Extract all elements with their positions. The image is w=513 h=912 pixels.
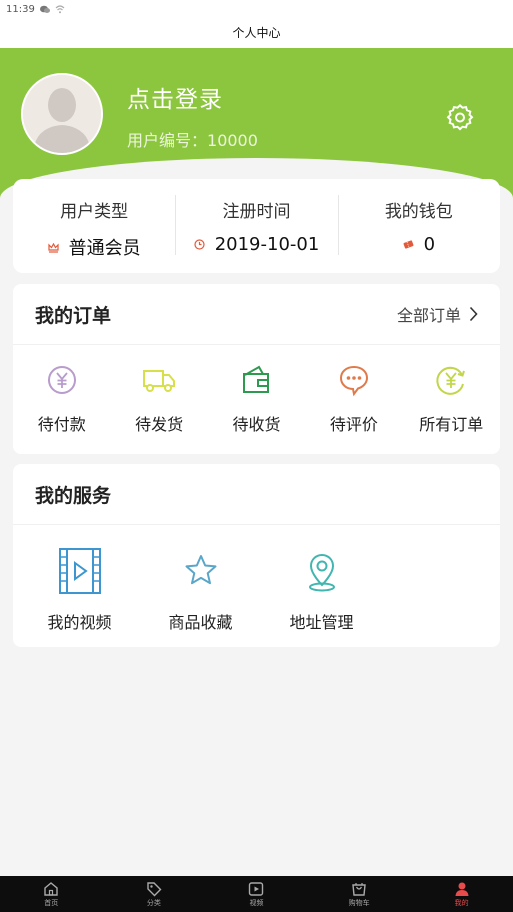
order-status-list: 待付款 待发货 待收货 待评价 所有订单	[13, 345, 500, 435]
my-orders-card: 我的订单 全部订单 待付款 待发货 待收货 待评价 所有订单	[13, 284, 500, 454]
settings-gear-icon[interactable]	[446, 104, 474, 132]
my-services-card: 我的服务 我的视频 商品收藏 地址管理	[13, 464, 500, 647]
user-number: 用户编号：10000	[127, 127, 258, 151]
service-address[interactable]: 地址管理	[261, 547, 382, 633]
register-time-value: 2019-10-01	[214, 234, 320, 255]
service-list: 我的视频 商品收藏 地址管理	[13, 525, 500, 633]
my-wallet-value-row: 0	[403, 234, 435, 255]
order-pending-review[interactable]: 待评价	[305, 363, 402, 435]
bottom-tab-bar: 首页 分类 视频 购物车 我的	[0, 876, 513, 912]
chat-bubble-icon	[339, 365, 368, 397]
order-all[interactable]: 所有订单	[403, 363, 500, 435]
order-item-label: 待评价	[329, 415, 378, 434]
my-services-header: 我的服务	[13, 464, 500, 525]
my-wallet[interactable]: 我的钱包 0	[337, 179, 500, 273]
order-item-label: 待付款	[37, 415, 86, 434]
tab-cart[interactable]: 购物车	[308, 876, 411, 912]
my-services-title: 我的服务	[35, 484, 112, 507]
tab-video[interactable]: 视频	[205, 876, 308, 912]
login-button[interactable]: 点击登录	[127, 80, 223, 114]
user-type-label: 用户类型	[60, 202, 129, 222]
user-number-label: 用户编号：	[127, 131, 208, 150]
truck-icon	[143, 370, 176, 392]
register-time: 注册时间 2019-10-01	[175, 179, 337, 273]
wifi-icon	[55, 4, 65, 13]
wechat-icon	[39, 5, 50, 13]
my-wallet-value: 0	[423, 234, 436, 255]
order-pending-receipt[interactable]: 待收货	[208, 363, 305, 435]
clock-icon	[194, 239, 205, 250]
location-pin-icon	[308, 553, 335, 592]
default-avatar-icon	[23, 75, 101, 153]
user-number-value: 10000	[207, 131, 258, 150]
yen-circle-icon	[47, 366, 76, 394]
register-time-label: 注册时间	[222, 202, 291, 222]
cart-icon	[352, 883, 366, 896]
register-time-value-row: 2019-10-01	[194, 234, 320, 255]
my-wallet-label: 我的钱包	[384, 202, 453, 222]
tag-icon	[147, 882, 162, 897]
tab-label: 分类	[146, 899, 161, 907]
tab-category[interactable]: 分类	[103, 876, 206, 912]
play-icon	[249, 882, 264, 896]
status-time: 11:39	[6, 3, 35, 15]
tab-label: 首页	[44, 899, 59, 907]
chevron-right-icon	[469, 306, 478, 322]
tab-home[interactable]: 首页	[0, 876, 103, 912]
tab-label: 购物车	[348, 899, 370, 907]
star-icon	[185, 555, 216, 585]
page-title: 个人中心	[0, 18, 513, 48]
order-item-label: 所有订单	[419, 415, 484, 434]
service-item-label: 我的视频	[47, 613, 112, 632]
service-favorites[interactable]: 商品收藏	[140, 547, 261, 633]
order-item-label: 待发货	[135, 415, 184, 434]
service-my-videos[interactable]: 我的视频	[19, 547, 140, 633]
order-pending-shipment[interactable]: 待发货	[110, 363, 207, 435]
person-icon	[455, 882, 469, 896]
order-item-label: 待收货	[232, 415, 281, 434]
order-pending-payment[interactable]: 待付款	[13, 363, 110, 435]
tab-label: 视频	[249, 899, 264, 907]
user-type: 用户类型 普通会员	[13, 179, 175, 273]
all-orders-link[interactable]: 全部订单	[397, 302, 478, 326]
avatar[interactable]	[21, 73, 103, 155]
user-info-card: 用户类型 普通会员 注册时间 2019-10-01 我的钱包 0	[13, 179, 500, 273]
user-type-value: 普通会员	[68, 238, 141, 259]
yen-refresh-icon	[436, 366, 466, 395]
all-orders-label: 全部订单	[396, 306, 461, 325]
status-bar: 11:39	[0, 0, 513, 18]
home-icon	[44, 882, 58, 896]
tab-label: 我的	[454, 899, 469, 907]
video-film-icon	[58, 548, 101, 594]
crown-icon	[48, 242, 59, 253]
user-type-value-row: 普通会员	[48, 234, 141, 260]
tab-mine[interactable]: 我的	[410, 876, 513, 912]
service-item-label: 商品收藏	[168, 613, 233, 632]
my-orders-header: 我的订单 全部订单	[13, 284, 500, 345]
service-item-label: 地址管理	[289, 613, 354, 632]
ticket-icon	[403, 240, 414, 249]
wallet-icon	[243, 365, 270, 393]
my-orders-title: 我的订单	[35, 304, 112, 327]
